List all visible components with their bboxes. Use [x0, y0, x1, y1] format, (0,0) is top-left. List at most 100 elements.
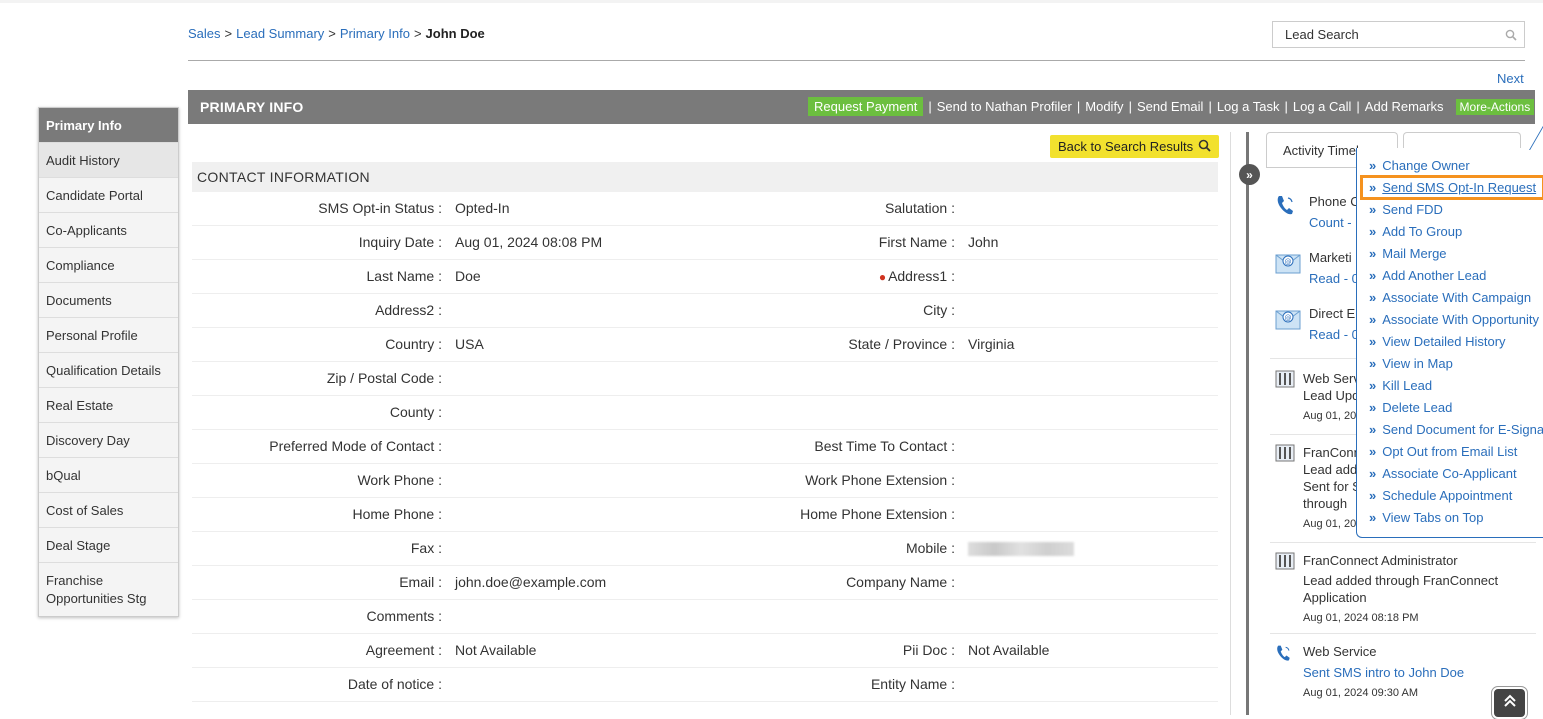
field-label: Country : [385, 336, 442, 352]
menu-item-send-sms-opt-in-request[interactable]: » Send SMS Opt-In Request [1359, 175, 1543, 200]
sidebar-item-documents[interactable]: Documents [39, 282, 178, 317]
email-link[interactable]: john.doe@example.com [455, 574, 606, 590]
menu-item-add-to-group[interactable]: » Add To Group [1369, 224, 1462, 239]
document-icon [1275, 370, 1297, 392]
menu-item-view-tabs-on-top[interactable]: » View Tabs on Top [1369, 510, 1483, 525]
breadcrumb-current: John Doe [425, 26, 485, 41]
timeline-title: Web Service [1303, 644, 1377, 659]
menu-item-kill-lead[interactable]: » Kill Lead [1369, 378, 1432, 393]
request-payment-button[interactable]: Request Payment [808, 97, 924, 116]
field-row: Address2 : City : [192, 294, 1218, 328]
menu-item-change-owner[interactable]: » Change Owner [1369, 158, 1470, 173]
lead-search-input[interactable] [1285, 27, 1498, 42]
send-to-nathan-profiler-link[interactable]: Send to Nathan Profiler [937, 99, 1072, 114]
chevron-right-icon: » [1369, 356, 1377, 371]
menu-item-label: Change Owner [1382, 158, 1470, 173]
sidebar-item-discovery-day[interactable]: Discovery Day [39, 422, 178, 457]
chevron-right-icon: » [1369, 202, 1377, 217]
field-label: First Name : [878, 234, 955, 250]
field-label: Agreement : [365, 642, 442, 658]
menu-item-opt-out-from-email-list[interactable]: » Opt Out from Email List [1369, 444, 1517, 459]
more-actions-button[interactable]: More-Actions [1455, 98, 1535, 115]
chevron-right-icon: » [1369, 466, 1377, 481]
menu-item-associate-with-campaign[interactable]: » Associate With Campaign [1369, 290, 1531, 305]
sidebar-item-co-applicants[interactable]: Co-Applicants [39, 212, 178, 247]
menu-item-associate-with-opportunity[interactable]: » Associate With Opportunity [1369, 312, 1539, 327]
timeline-link[interactable]: Read - 0 [1309, 271, 1359, 286]
breadcrumb-primary-info[interactable]: Primary Info [340, 26, 410, 41]
field-row: Preferred Mode of Contact : Best Time To… [192, 430, 1218, 464]
primary-info-header: PRIMARY INFO Request Payment | Send to N… [188, 90, 1535, 124]
menu-item-view-detailed-history[interactable]: » View Detailed History [1369, 334, 1506, 349]
chevron-right-icon: » [1369, 268, 1377, 283]
breadcrumb-sales[interactable]: Sales [188, 26, 221, 41]
add-remarks-link[interactable]: Add Remarks [1365, 99, 1444, 114]
send-email-link[interactable]: Send Email [1137, 99, 1203, 114]
chevron-right-icon: » [1369, 312, 1377, 327]
field-value: Aug 01, 2024 08:08 PM [455, 234, 603, 250]
sidebar-item-real-estate[interactable]: Real Estate [39, 387, 178, 422]
menu-pointer [1529, 126, 1543, 150]
menu-item-label: Add Another Lead [1382, 268, 1487, 283]
email-icon: @ [1275, 305, 1301, 330]
menu-item-view-in-map[interactable]: » View in Map [1369, 356, 1453, 371]
field-value: Not Available [455, 642, 537, 658]
chevron-right-icon: » [1369, 290, 1377, 305]
sidebar-item-compliance[interactable]: Compliance [39, 247, 178, 282]
timeline-link[interactable]: Sent SMS intro to John Doe [1303, 665, 1464, 680]
search-icon[interactable] [1498, 29, 1524, 41]
breadcrumb-lead-summary[interactable]: Lead Summary [236, 26, 324, 41]
log-a-call-link[interactable]: Log a Call [1293, 99, 1352, 114]
menu-item-label: Opt Out from Email List [1382, 444, 1518, 459]
sidebar-item-personal-profile[interactable]: Personal Profile [39, 317, 178, 352]
timeline-date: Aug 01, 2024 09:30 AM [1303, 687, 1418, 699]
contact-fields: SMS Opt-in Status : Opted-In Salutation … [192, 192, 1218, 702]
sidebar-item-deal-stage[interactable]: Deal Stage [39, 527, 178, 562]
document-icon [1275, 552, 1297, 574]
top-edge [0, 0, 1543, 3]
breadcrumb-separator: > [413, 26, 422, 41]
field-label: State / Province : [848, 336, 955, 352]
menu-item-send-document-for-e-signature[interactable]: » Send Document for E-Signa [1369, 422, 1543, 437]
menu-item-delete-lead[interactable]: » Delete Lead [1369, 400, 1452, 415]
field-label: City : [923, 302, 955, 318]
menu-item-send-fdd[interactable]: » Send FDD [1369, 202, 1443, 217]
sidebar-item-bqual[interactable]: bQual [39, 457, 178, 492]
redacted-value [968, 542, 1074, 557]
sidebar-item-qualification-details[interactable]: Qualification Details [39, 352, 178, 387]
menu-item-label: Mail Merge [1382, 246, 1447, 261]
document-icon [1275, 444, 1297, 466]
menu-item-add-another-lead[interactable]: » Add Another Lead [1369, 268, 1486, 283]
next-link[interactable]: Next [1497, 71, 1524, 86]
menu-item-schedule-appointment[interactable]: » Schedule Appointment [1369, 488, 1512, 503]
field-value: Not Available [968, 642, 1050, 658]
modify-link[interactable]: Modify [1085, 99, 1123, 114]
timeline-link[interactable]: Count - [1309, 215, 1352, 230]
lead-search-box [1272, 21, 1525, 48]
timeline-title: FranConnect Administrator [1303, 553, 1458, 568]
field-row: Country : USA State / Province : Virgini… [192, 328, 1218, 362]
back-to-search-results-button[interactable]: Back to Search Results [1050, 135, 1220, 158]
sidebar-item-candidate-portal[interactable]: Candidate Portal [39, 177, 178, 212]
chevron-right-icon: » [1369, 378, 1377, 393]
sidebar-header-primary-info[interactable]: Primary Info [39, 108, 178, 142]
field-label: Mobile : [905, 540, 955, 556]
field-label: Salutation : [884, 200, 955, 216]
log-a-task-link[interactable]: Log a Task [1217, 99, 1280, 114]
field-label: Entity Name : [870, 676, 955, 692]
chevron-right-icon: » [1369, 246, 1377, 261]
field-row: Zip / Postal Code : [192, 362, 1218, 396]
menu-item-associate-co-applicant[interactable]: » Associate Co-Applicant [1369, 466, 1517, 481]
field-label: Home Phone Extension : [800, 506, 955, 522]
menu-item-label: Send SMS Opt-In Request [1382, 180, 1537, 195]
sidebar-item-audit-history[interactable]: Audit History [39, 142, 178, 177]
map-pin-icon[interactable]: ● [879, 270, 886, 284]
menu-item-mail-merge[interactable]: » Mail Merge [1369, 246, 1447, 261]
scroll-to-top-button[interactable] [1492, 687, 1527, 719]
collapse-panel-icon[interactable]: » [1239, 164, 1260, 185]
menu-item-label: Associate With Opportunity [1382, 312, 1540, 327]
sidebar-item-cost-of-sales[interactable]: Cost of Sales [39, 492, 178, 527]
timeline-link[interactable]: Read - 0 [1309, 327, 1359, 342]
timeline-separator [1270, 542, 1536, 543]
sidebar-item-franchise-opportunities[interactable]: Franchise Opportunities Stg [39, 562, 178, 616]
